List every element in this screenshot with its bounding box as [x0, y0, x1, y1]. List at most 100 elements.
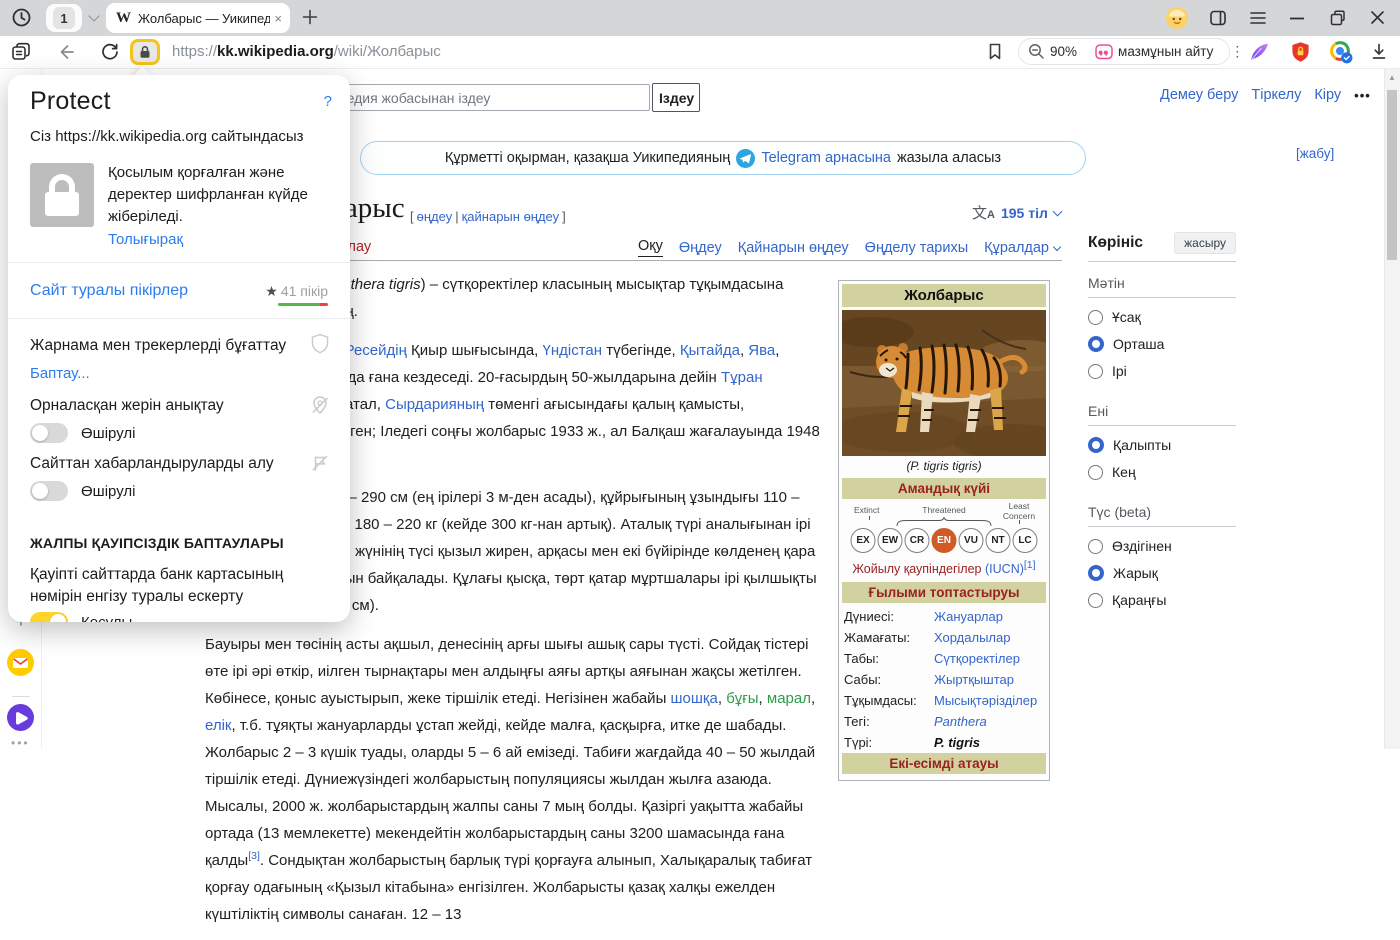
zoom-control[interactable]: 90%	[1019, 39, 1086, 64]
language-selector[interactable]: 文A 195 тіл	[972, 202, 1063, 223]
language-count: 195 тіл	[1000, 204, 1048, 221]
appearance-option-Кең[interactable]: Кең	[1088, 464, 1236, 480]
taxonomy-value[interactable]: Хордалылар	[934, 630, 1044, 645]
reload-icon[interactable]	[100, 42, 120, 62]
browser-menu-icon[interactable]	[1249, 10, 1267, 26]
account-link-тіркелу[interactable]: Тіркелу	[1251, 87, 1301, 103]
notifications-toggle-off[interactable]	[30, 481, 68, 501]
location-toggle-off[interactable]	[30, 423, 68, 443]
read-aloud-button[interactable]: мазмұнын айту	[1086, 39, 1222, 64]
tab-close-icon[interactable]: ×	[274, 11, 282, 26]
banner-close-link[interactable]: [жабу]	[1296, 146, 1334, 161]
taxonomy-value[interactable]: Жыртқыштар	[934, 672, 1044, 687]
taxonomy-value[interactable]: Сүтқоректілер	[934, 651, 1044, 666]
appearance-hide-button[interactable]: жасыру	[1174, 232, 1236, 254]
card-warning-toggle-on[interactable]	[30, 612, 68, 622]
tab-groups-icon[interactable]	[10, 41, 32, 63]
wiki-link[interactable]: Үндістан	[543, 342, 603, 359]
wiki-search-input[interactable]	[300, 84, 650, 111]
article-tab-Қайнарын өңдеу[interactable]: Қайнарын өңдеу	[738, 240, 849, 256]
banner-text-pre: Құрметті оқырман, қазақша Уикипедияның	[444, 150, 731, 166]
location-disabled-icon	[310, 395, 330, 415]
appearance-option-Қараңғы[interactable]: Қараңғы	[1088, 592, 1236, 608]
appearance-option-Ірі[interactable]: Ірі	[1088, 363, 1236, 379]
wiki-link[interactable]: шошқа	[671, 690, 718, 707]
wiki-link[interactable]: Сырдарияның	[385, 396, 484, 413]
highlighter-extension-icon[interactable]	[1248, 41, 1270, 63]
protect-shield-extension-icon[interactable]	[1290, 41, 1311, 63]
radio-icon[interactable]	[1088, 363, 1103, 379]
radio-icon[interactable]	[1088, 592, 1103, 608]
window-close-icon[interactable]	[1370, 10, 1385, 25]
wiki-link[interactable]: марал	[767, 690, 811, 707]
sidebar-more-icon[interactable]: •••	[11, 736, 30, 750]
alice-assistant-icon[interactable]	[7, 704, 34, 731]
article-tab-Өңдеу[interactable]: Өңдеу	[679, 240, 722, 256]
appearance-option-Қалыпты[interactable]: Қалыпты	[1088, 437, 1236, 453]
scroll-up-arrow-icon[interactable]: ▲	[1388, 73, 1396, 82]
appearance-option-Орташа[interactable]: Орташа	[1088, 336, 1236, 352]
yandex-mail-icon[interactable]	[7, 649, 34, 676]
back-button-icon[interactable]	[56, 42, 76, 62]
wiki-link[interactable]: бұғы	[726, 690, 758, 707]
telegram-channel-link[interactable]: Telegram арнасына	[761, 150, 891, 166]
address-bar[interactable]: https://kk.wikipedia.org/wiki/Жолбарыс	[172, 43, 441, 60]
radio-selected-icon[interactable]	[1088, 336, 1104, 352]
tab-counter-button[interactable]: 1	[46, 4, 82, 32]
radio-icon[interactable]	[1088, 464, 1103, 480]
edit-link[interactable]: өңдеу	[417, 209, 453, 224]
site-lock-button[interactable]	[130, 39, 160, 65]
details-link[interactable]: Толығырақ	[108, 231, 183, 248]
taxonomy-row: Тұқымдасы: Мысықтәрізділер	[842, 690, 1046, 711]
profile-avatar[interactable]	[1166, 7, 1188, 29]
tab-list-chevron-icon[interactable]	[88, 10, 100, 22]
wiki-search-button[interactable]: Іздеу	[652, 83, 700, 112]
tab-title: Жолбарыс — Уикипеди	[138, 10, 271, 26]
page-scrollbar[interactable]: ▲	[1384, 68, 1400, 749]
bookmark-flag-icon[interactable]	[986, 42, 1004, 61]
radio-selected-icon[interactable]	[1088, 437, 1104, 453]
side-panel-icon[interactable]	[1208, 8, 1228, 28]
sidebar-divider	[12, 696, 30, 697]
iucn-code-LC: LC	[1012, 528, 1038, 553]
ads-setup-link[interactable]: Баптау...	[30, 365, 90, 382]
iucn-code-NT: NT	[985, 528, 1011, 553]
window-minimize-icon[interactable]	[1290, 17, 1304, 20]
radio-icon[interactable]	[1088, 309, 1103, 325]
iucn-link[interactable]: (IUCN)	[985, 562, 1024, 576]
history-clock-icon[interactable]	[11, 7, 32, 28]
taxonomy-value[interactable]: Panthera	[934, 714, 1044, 729]
article-tab-Құралдар[interactable]: Құралдар	[984, 240, 1062, 256]
tiger-photo[interactable]	[842, 310, 1046, 456]
appearance-option-Ұсақ[interactable]: Ұсақ	[1088, 309, 1236, 325]
radio-icon[interactable]	[1088, 538, 1103, 554]
radio-selected-icon[interactable]	[1088, 565, 1104, 581]
site-reviews-link[interactable]: Сайт туралы пікірлер	[30, 282, 188, 300]
wiki-link[interactable]: Ресейдің	[345, 342, 407, 359]
taxonomy-value[interactable]: Жануарлар	[934, 609, 1044, 624]
wiki-link[interactable]: елік	[205, 717, 232, 734]
status-ref[interactable]: [1]	[1024, 559, 1036, 571]
account-link-демеу-беру[interactable]: Демеу беру	[1160, 87, 1238, 103]
article-tab-Өңделу тарихы[interactable]: Өңделу тарихы	[865, 240, 968, 256]
wiki-more-options[interactable]: •••	[1354, 88, 1371, 103]
ads-blocking-title: Жарнама мен трекерлерді бұғаттау	[30, 337, 287, 354]
appearance-option-Жарық[interactable]: Жарық	[1088, 565, 1236, 581]
taxonomy-label: Тегі:	[844, 714, 870, 729]
new-tab-button[interactable]	[300, 7, 320, 27]
window-restore-icon[interactable]	[1330, 10, 1346, 26]
download-icon[interactable]	[1370, 42, 1388, 61]
wiki-link[interactable]: Ява	[748, 342, 775, 359]
taxonomy-value[interactable]: Мысықтәрізділер	[934, 693, 1044, 708]
account-link-кіру[interactable]: Кіру	[1314, 87, 1341, 103]
browser-tab-active[interactable]: W Жолбарыс — Уикипеди ×	[106, 3, 290, 33]
scrollbar-thumb[interactable]	[1387, 90, 1397, 260]
reviews-count: ★ 41 пікір	[265, 283, 328, 299]
edit-source-link[interactable]: қайнарын өңдеу	[462, 209, 560, 224]
appearance-option-Өздігінен[interactable]: Өздігінен	[1088, 538, 1236, 554]
sync-browser-extension-icon[interactable]	[1330, 41, 1353, 64]
taxonomy-label: Жамағаты:	[844, 630, 911, 645]
wiki-link[interactable]: Қытайда	[680, 342, 740, 359]
protect-help-link[interactable]: ?	[324, 93, 332, 110]
article-tab-Оқу[interactable]: Оқу	[638, 238, 663, 257]
